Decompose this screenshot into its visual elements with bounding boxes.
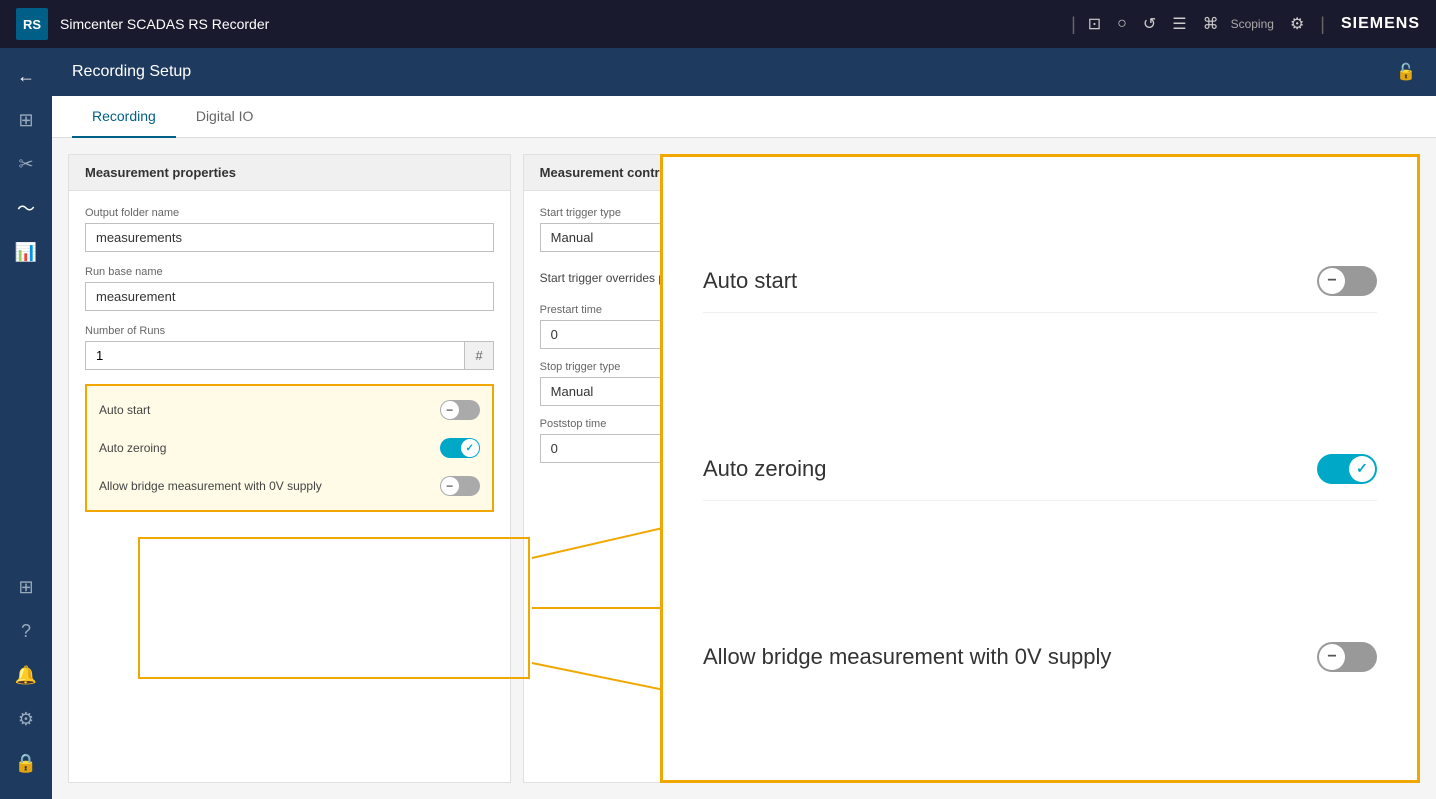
app-title: Simcenter SCADAS RS Recorder (60, 16, 1059, 32)
zoom-auto-zeroing-track: ✓ (1317, 454, 1377, 484)
bridge-toggle[interactable]: − (440, 476, 480, 496)
titlebar: RS Simcenter SCADAS RS Recorder | ⊡ ○ ↺ … (0, 0, 1436, 48)
sidebar-item-wave[interactable]: 〜 (6, 188, 46, 228)
settings-icon[interactable]: ⚙ (1290, 14, 1304, 34)
bridge-track: − (440, 476, 480, 496)
auto-start-track: − (440, 400, 480, 420)
num-runs-input[interactable] (85, 341, 464, 370)
zoom-overlay-panel: Auto start − Auto zeroing (660, 154, 1420, 783)
output-folder-input[interactable] (85, 223, 494, 252)
zoom-bridge-thumb: − (1319, 644, 1345, 670)
tabs-bar: Recording Digital IO (52, 96, 1436, 138)
auto-zeroing-label: Auto zeroing (99, 441, 166, 455)
auto-start-thumb: − (441, 401, 459, 419)
menu-icon[interactable]: ☰ (1172, 14, 1186, 34)
auto-start-label: Auto start (99, 403, 150, 417)
zoom-auto-start-row: Auto start − (703, 250, 1377, 313)
num-runs-suffix: # (464, 341, 493, 370)
run-base-label: Run base name (85, 266, 494, 278)
zoom-auto-start-label: Auto start (703, 268, 797, 294)
flow-icon[interactable]: ⌘ (1203, 14, 1219, 34)
app-logo: RS (16, 8, 48, 40)
auto-settings-highlight-box: Auto start − Auto zeroing (85, 384, 494, 512)
zoom-auto-start-minus-icon: − (1327, 272, 1336, 290)
auto-start-toggle[interactable]: − (440, 400, 480, 420)
sidebar-item-apps[interactable]: ⊞ (6, 567, 46, 607)
num-runs-input-container: # (85, 341, 494, 370)
tab-recording[interactable]: Recording (72, 96, 176, 138)
tab-digital-io[interactable]: Digital IO (176, 96, 274, 138)
scoping-label: Scoping (1231, 17, 1274, 31)
zoom-auto-zeroing-thumb: ✓ (1349, 456, 1375, 482)
app-layout: ← ⊞ ✂ 〜 📊 ⊞ ? 🔔 ⚙ 🔒 Recording Setup 🔓 Re… (0, 48, 1436, 799)
titlebar-right: Scoping ⚙ | SIEMENS (1231, 14, 1420, 35)
header-bar: Recording Setup 🔓 (52, 48, 1436, 96)
save-icon[interactable]: ⊡ (1088, 14, 1101, 34)
measurement-properties-header: Measurement properties (69, 155, 510, 191)
run-base-group: Run base name (85, 266, 494, 311)
auto-zeroing-row: Auto zeroing ✓ (99, 434, 480, 462)
zoom-bridge-minus-icon: − (1327, 648, 1336, 666)
output-folder-group: Output folder name (85, 207, 494, 252)
num-runs-label: Number of Runs (85, 325, 494, 337)
sidebar: ← ⊞ ✂ 〜 📊 ⊞ ? 🔔 ⚙ 🔒 (0, 48, 52, 799)
sidebar-item-settings[interactable]: ⚙ (6, 699, 46, 739)
sidebar-item-grid[interactable]: ⊞ (6, 100, 46, 140)
auto-start-row: Auto start − (99, 396, 480, 424)
run-base-input[interactable] (85, 282, 494, 311)
panels-container: Measurement properties Output folder nam… (52, 138, 1436, 799)
bridge-minus-icon: − (446, 479, 453, 493)
content-area: Recording Setup 🔓 Recording Digital IO M… (52, 48, 1436, 799)
output-folder-label: Output folder name (85, 207, 494, 219)
bridge-thumb: − (441, 477, 459, 495)
measurement-properties-body: Output folder name Run base name Number … (69, 191, 510, 528)
header-lock-icon[interactable]: 🔓 (1396, 62, 1416, 82)
bridge-row: Allow bridge measurement with 0V supply … (99, 472, 480, 500)
page-title: Recording Setup (72, 63, 1396, 81)
num-runs-group: Number of Runs # (85, 325, 494, 370)
measurement-properties-panel: Measurement properties Output folder nam… (68, 154, 511, 783)
zoom-bridge-toggle[interactable]: − (1317, 642, 1377, 672)
auto-zeroing-thumb: ✓ (461, 439, 479, 457)
auto-start-minus-icon: − (446, 403, 453, 417)
auto-zeroing-track: ✓ (440, 438, 480, 458)
zoom-bridge-track: − (1317, 642, 1377, 672)
sidebar-item-bell[interactable]: 🔔 (6, 655, 46, 695)
auto-zeroing-check-icon: ✓ (465, 443, 473, 454)
auto-zeroing-toggle[interactable]: ✓ (440, 438, 480, 458)
zoom-auto-zeroing-row: Auto zeroing ✓ (703, 438, 1377, 501)
sidebar-item-back[interactable]: ← (6, 56, 46, 96)
zoom-auto-zeroing-check-icon: ✓ (1356, 460, 1368, 477)
zoom-auto-start-toggle[interactable]: − (1317, 266, 1377, 296)
zoom-bridge-label: Allow bridge measurement with 0V supply (703, 644, 1111, 670)
zoom-auto-zeroing-label: Auto zeroing (703, 456, 827, 482)
zoom-bridge-row: Allow bridge measurement with 0V supply … (703, 626, 1377, 688)
zoom-auto-zeroing-toggle[interactable]: ✓ (1317, 454, 1377, 484)
sidebar-item-chart[interactable]: 📊 (6, 232, 46, 272)
sidebar-item-tools[interactable]: ✂ (6, 144, 46, 184)
zoom-auto-start-thumb: − (1319, 268, 1345, 294)
sidebar-item-help[interactable]: ? (6, 611, 46, 651)
titlebar-icons: ⊡ ○ ↺ ☰ ⌘ (1088, 14, 1219, 34)
zoom-auto-start-track: − (1317, 266, 1377, 296)
bridge-label: Allow bridge measurement with 0V supply (99, 479, 322, 493)
sidebar-item-lock[interactable]: 🔒 (6, 743, 46, 783)
title-divider: | (1071, 14, 1076, 35)
circle-icon[interactable]: ○ (1117, 15, 1127, 33)
undo-icon[interactable]: ↺ (1143, 14, 1156, 34)
siemens-logo: SIEMENS (1341, 15, 1420, 33)
